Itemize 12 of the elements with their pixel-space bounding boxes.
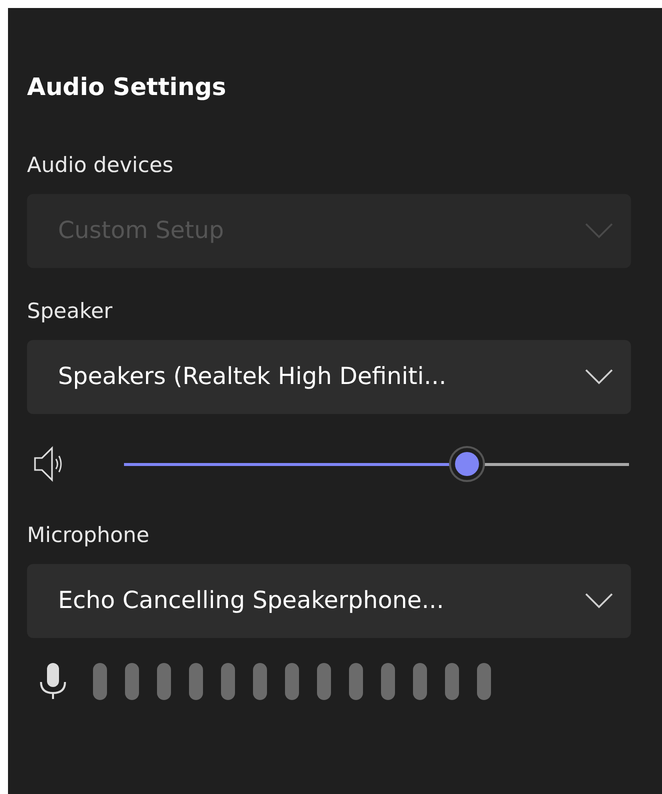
microphone-icon xyxy=(39,662,67,700)
chevron-down-icon xyxy=(585,593,613,609)
field-label: Microphone xyxy=(27,522,150,549)
field-label: Audio devices xyxy=(27,152,174,179)
field-label: Speaker xyxy=(27,298,114,325)
chevron-down-icon xyxy=(585,369,613,385)
panel-title: Audio Settings xyxy=(27,72,228,103)
dropdown[interactable]: Echo Cancelling Speakerphone... xyxy=(27,564,631,638)
speaker-icon xyxy=(34,445,62,483)
chevron-down-icon xyxy=(585,223,613,239)
dropdown[interactable]: Speakers (Realtek High Definiti... xyxy=(27,340,631,414)
slider-thumb[interactable] xyxy=(449,446,486,482)
